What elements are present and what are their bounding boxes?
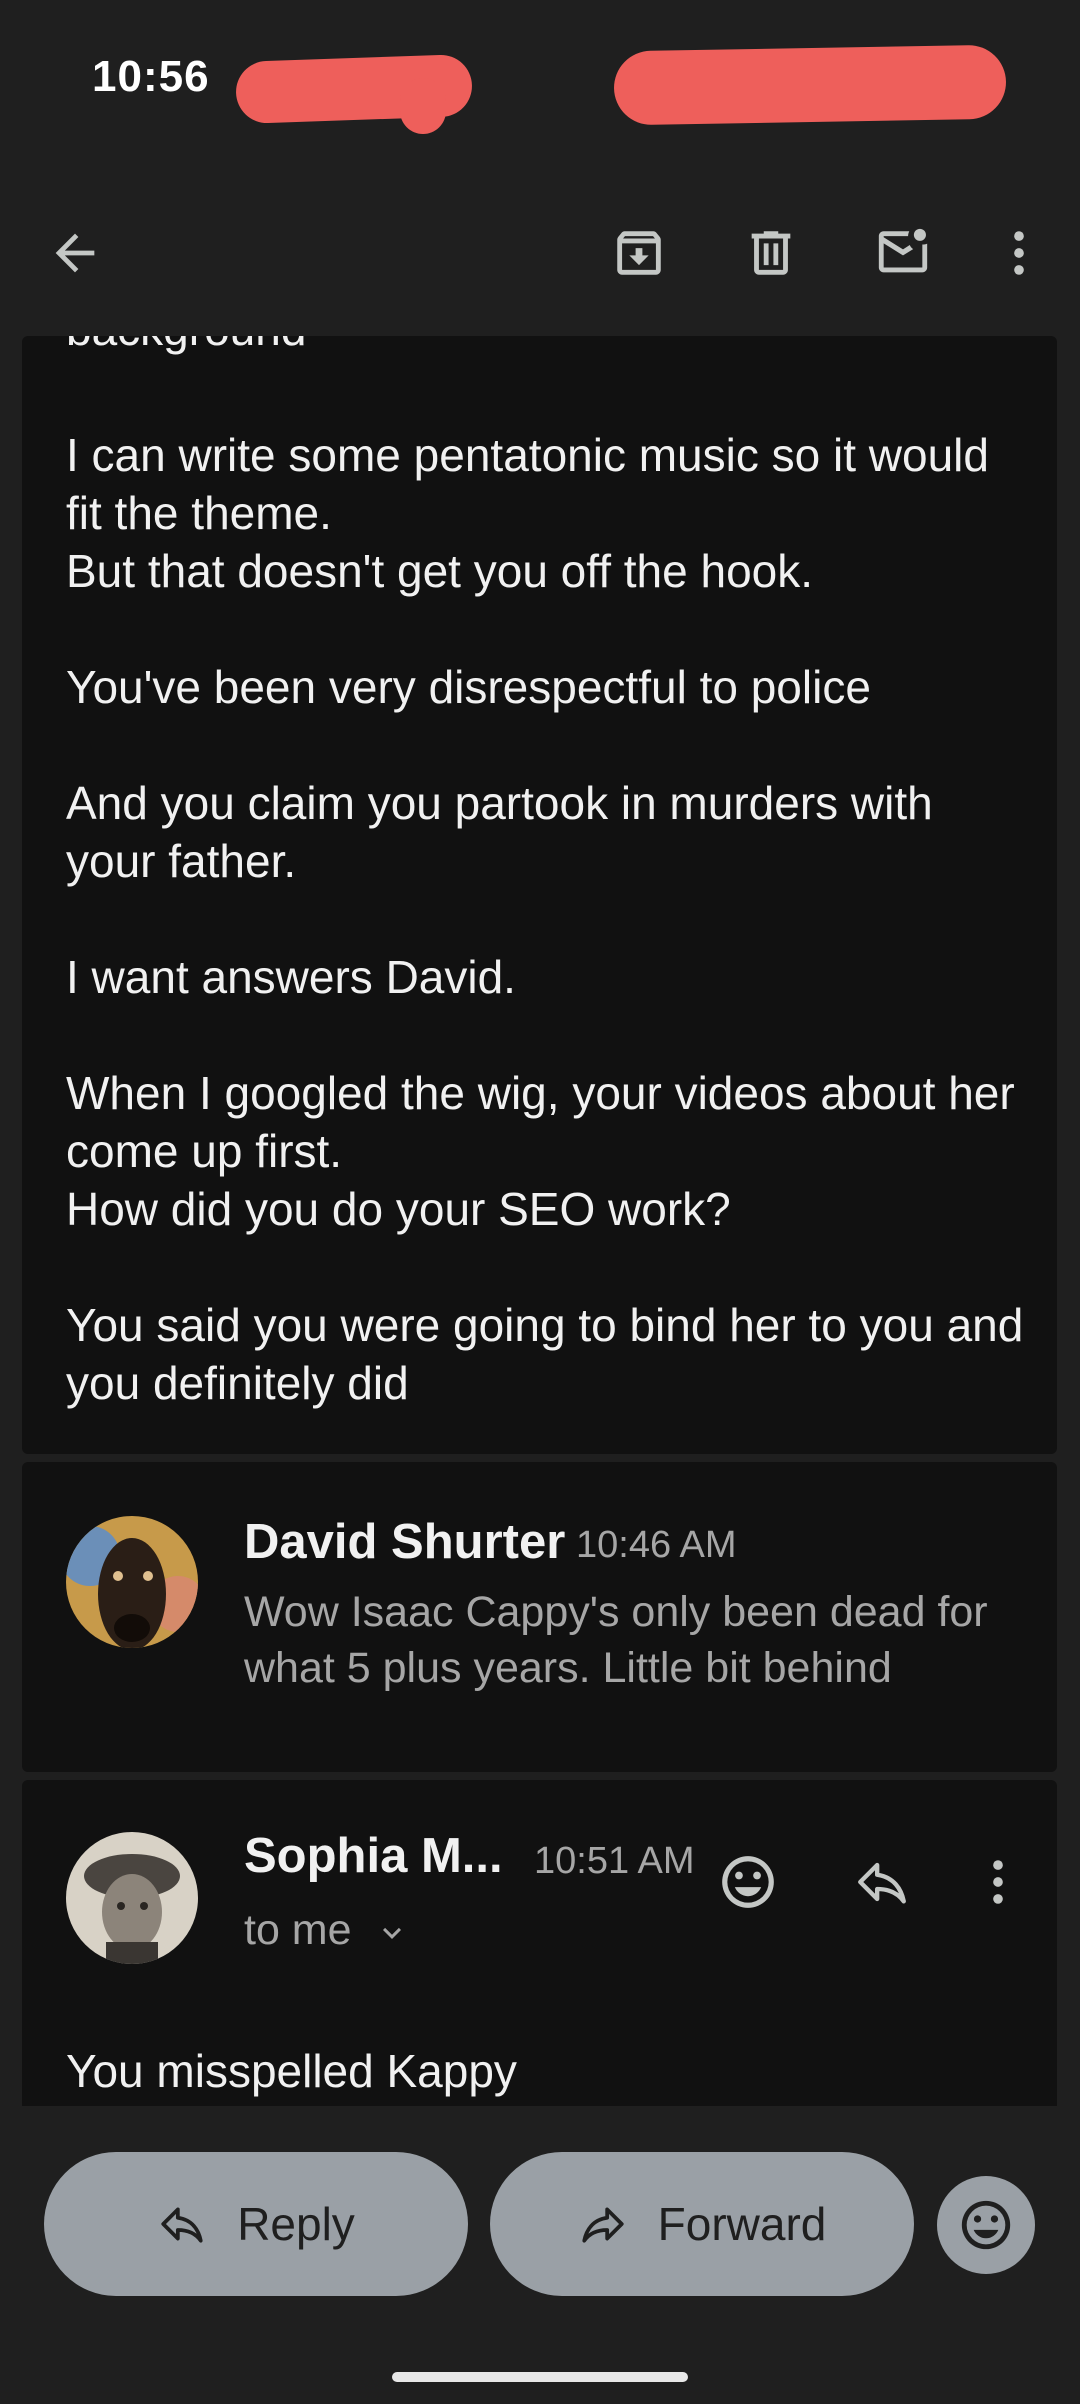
add-reaction-button[interactable] <box>708 1842 788 1922</box>
recipient-details-toggle[interactable]: to me <box>244 1906 410 1955</box>
reply-label: Reply <box>237 2198 355 2250</box>
more-options-button[interactable] <box>974 208 1064 298</box>
collapsed-message-card[interactable]: David Shurter 10:46 AM Wow Isaac Cappy's… <box>22 1462 1057 1772</box>
avatar <box>66 1832 198 1964</box>
body-paragraph: You said you were going to bind her to y… <box>66 1299 1037 1409</box>
body-paragraph: You've been very disrespectful to police <box>66 661 871 713</box>
emoji-icon <box>722 1856 774 1908</box>
mark-unread-icon <box>878 228 928 273</box>
reply-icon <box>858 1862 906 1904</box>
home-indicator[interactable] <box>392 2372 688 2382</box>
more-vertical-icon <box>993 1860 1003 1904</box>
message-body-card: background I can write some pentatonic m… <box>22 336 1057 1454</box>
archive-icon <box>617 231 661 275</box>
forward-label: Forward <box>657 2198 827 2250</box>
expanded-message-card: Sophia M... 10:51 AM to me You misspelle… <box>22 1780 1057 2106</box>
react-emoji-button[interactable] <box>937 2176 1035 2274</box>
body-paragraph: I want answers David. <box>66 951 516 1003</box>
delete-button[interactable] <box>726 208 816 298</box>
forward-icon <box>582 2207 624 2243</box>
archive-button[interactable] <box>594 208 684 298</box>
message-time: 10:46 AM <box>576 1524 737 1566</box>
back-arrow-icon <box>55 233 95 273</box>
status-bar: 10:56 <box>0 0 1080 170</box>
sender-name: Sophia M... <box>244 1829 503 1883</box>
delete-icon <box>751 231 791 275</box>
body-paragraph: I can write some pentatonic music so it … <box>66 429 989 597</box>
body-paragraph: And you claim you partook in murders wit… <box>66 777 946 887</box>
redaction-mark-left-tail <box>400 78 446 134</box>
body-paragraph: When I googled the wig, your videos abou… <box>66 1067 1015 1235</box>
back-button[interactable] <box>30 208 120 298</box>
bottom-action-bar: Reply Forward <box>0 2106 1080 2404</box>
avatar <box>66 1516 198 1648</box>
recipient-label: to me <box>244 1906 352 1954</box>
redaction-mark-right <box>613 44 1007 126</box>
message-more-button[interactable] <box>958 1842 1038 1922</box>
reply-button[interactable] <box>842 1842 922 1922</box>
message-body-text: You misspelled Kappy <box>66 2045 517 2097</box>
emoji-icon <box>961 2200 1011 2250</box>
toolbar <box>0 170 1080 336</box>
mark-unread-button[interactable] <box>858 208 948 298</box>
reply-icon <box>161 2207 203 2243</box>
conversation-content[interactable]: background I can write some pentatonic m… <box>0 336 1080 2106</box>
forward-pill-button[interactable]: Forward <box>490 2152 914 2296</box>
message-time: 10:51 AM <box>534 1840 695 1882</box>
sender-name: David Shurter <box>244 1515 566 1569</box>
message-snippet: Wow Isaac Cappy's only been dead for wha… <box>244 1588 988 1692</box>
reply-pill-button[interactable]: Reply <box>44 2152 468 2296</box>
chevron-down-icon <box>382 1927 401 1939</box>
more-vertical-icon <box>1014 231 1024 275</box>
status-time: 10:56 <box>92 52 210 101</box>
partial-top-line: background <box>66 336 1027 358</box>
